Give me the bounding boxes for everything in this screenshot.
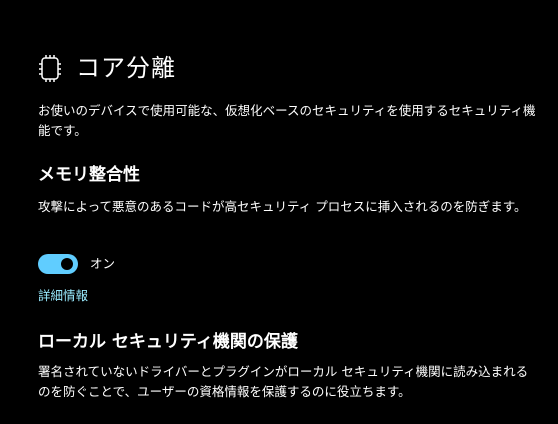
learn-more-link[interactable]: 詳細情報 xyxy=(38,286,88,306)
lsa-protection-heading: ローカル セキュリティ機関の保護 xyxy=(38,332,298,352)
core-isolation-chip-icon xyxy=(39,55,61,82)
page-title: コア分離 xyxy=(76,54,176,82)
page-description: お使いのデバイスで使用可能な、仮想化ベースのセキュリティを使用するセキュリティ機… xyxy=(38,103,536,138)
toggle-knob xyxy=(61,258,73,270)
page-header: コア分離 xyxy=(38,52,176,84)
memory-integrity-heading: メモリ整合性 xyxy=(38,165,140,185)
lsa-protection-description: 署名されていないドライバーとプラグインがローカル セキュリティ機関に読み込まれる… xyxy=(38,364,529,399)
memory-integrity-toggle-row: オン xyxy=(38,254,115,274)
memory-integrity-description: 攻撃によって悪意のあるコードが高セキュリティ プロセスに挿入されるのを防ぎます。 xyxy=(38,199,527,214)
toggle-state-label: オン xyxy=(90,256,116,271)
memory-integrity-toggle[interactable] xyxy=(38,254,78,274)
